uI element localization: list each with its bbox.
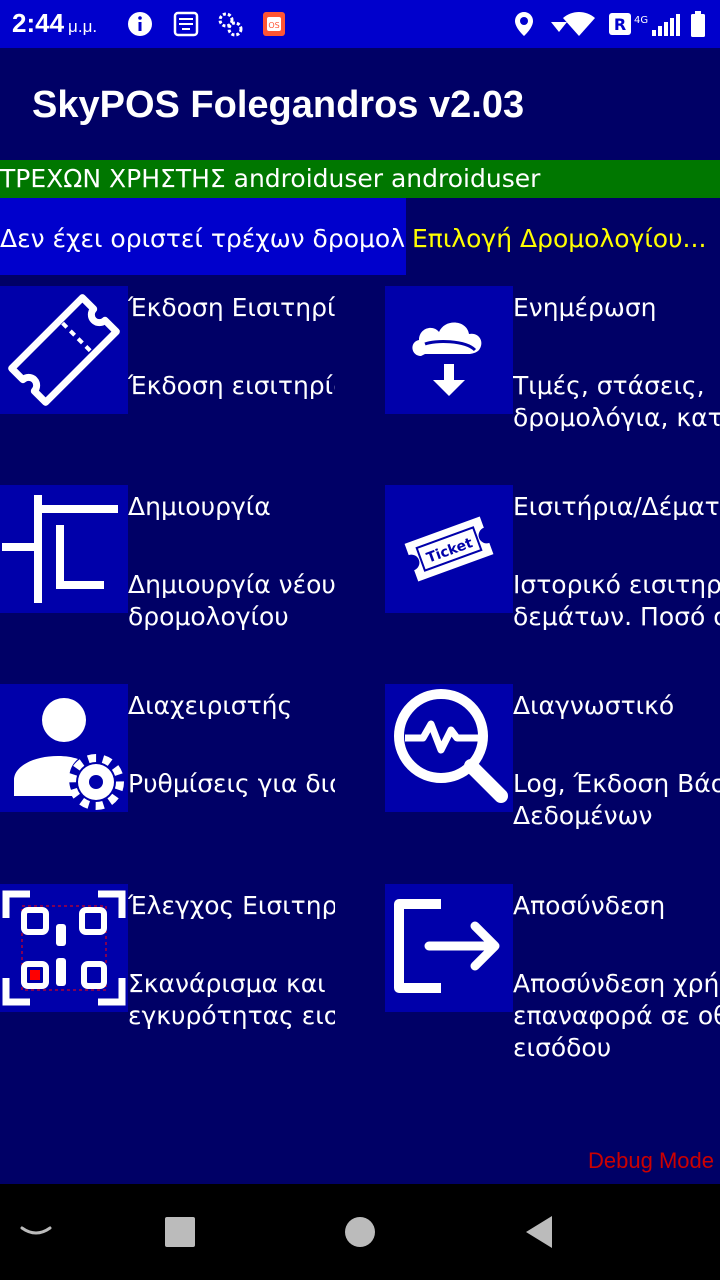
tile-description: Log, Έκδοση Βάσης Δεδομένων bbox=[513, 769, 720, 830]
tile-description: Ιστορικό εισιτηρίων και δεμάτων. Ποσό συ… bbox=[513, 570, 720, 631]
tile-title: Διαγνωστικό bbox=[513, 691, 675, 720]
tile-title: Αποσύνδεση bbox=[513, 891, 666, 920]
app-title: SkyPOS Folegandros v2.03 bbox=[32, 84, 525, 126]
tile-description: Τιμές, στάσεις, δρομολόγια, κατηγορίες bbox=[513, 371, 720, 432]
tile-description: Σκανάρισμα και έλεγχος εγκυρότητας εισιτ… bbox=[128, 969, 335, 1030]
settings-gears-icon bbox=[218, 12, 243, 37]
logout-icon bbox=[385, 884, 513, 1012]
tile-update[interactable]: Ενημέρωση Τιμές, στάσεις, δρομολόγια, κα… bbox=[385, 286, 720, 476]
system-nav-bar bbox=[0, 1184, 720, 1280]
tile-administrator[interactable]: Διαχειριστής Ρυθμίσεις για διαχειριστή bbox=[0, 684, 385, 874]
back-triangle-icon[interactable] bbox=[518, 1212, 558, 1252]
select-route-button[interactable]: Επιλογή Δρομολογίου... bbox=[406, 198, 720, 275]
tile-description: Ρυθμίσεις για διαχειριστή bbox=[128, 769, 335, 798]
tile-issue-tickets[interactable]: Έκδοση Εισιτηρίων Έκδοση εισιτηρίων bbox=[0, 286, 385, 476]
tile-text: Έλεγχος Εισιτηρίων Σκανάρισμα και έλεγχο… bbox=[128, 884, 335, 1074]
location-icon bbox=[515, 12, 533, 36]
tile-ticket-check[interactable]: Έλεγχος Εισιτηρίων Σκανάρισμα και έλεγχο… bbox=[0, 884, 385, 1074]
svg-text:4G: 4G bbox=[634, 15, 648, 26]
status-bar: 2:44 μ.μ. OS R 4G bbox=[0, 0, 720, 48]
app-bar: SkyPOS Folegandros v2.03 bbox=[0, 48, 720, 160]
svg-text:R: R bbox=[614, 15, 626, 34]
qr-scan-icon bbox=[0, 884, 128, 1012]
svg-text:OS: OS bbox=[268, 21, 279, 30]
tile-description: Αποσύνδεση χρήστη και επαναφορά σε οθόνη… bbox=[513, 969, 720, 1062]
tile-title: Έλεγχος Εισιτηρίων bbox=[128, 891, 335, 920]
tile-text: Ενημέρωση Τιμές, στάσεις, δρομολόγια, κα… bbox=[513, 286, 720, 476]
tile-title: Διαχειριστής bbox=[128, 691, 293, 720]
app-badge-icon: OS bbox=[263, 12, 285, 36]
tile-diagnostics[interactable]: Διαγνωστικό Log, Έκδοση Βάσης Δεδομένων bbox=[385, 684, 720, 874]
tile-tickets-parcels[interactable]: Ticket Εισιτήρια/Δέματα Ιστορικό εισιτηρ… bbox=[385, 485, 720, 675]
tile-logout[interactable]: Αποσύνδεση Αποσύνδεση χρήστη και επαναφο… bbox=[385, 884, 720, 1074]
diagnostic-search-icon bbox=[385, 684, 513, 812]
info-icon bbox=[128, 12, 152, 36]
tile-text: Αποσύνδεση Αποσύνδεση χρήστη και επαναφο… bbox=[513, 884, 720, 1074]
status-time: 2:44 μ.μ. bbox=[12, 8, 98, 38]
roaming-icon: R bbox=[609, 13, 631, 35]
back-chevron-icon[interactable] bbox=[16, 1212, 56, 1252]
cloud-download-icon bbox=[385, 286, 513, 414]
tile-text: Εισιτήρια/Δέματα Ιστορικό εισιτηρίων και… bbox=[513, 485, 720, 675]
tile-text: Διαγνωστικό Log, Έκδοση Βάσης Δεδομένων bbox=[513, 684, 720, 874]
signal-4g-icon: 4G bbox=[634, 14, 680, 36]
tile-text: Έκδοση Εισιτηρίων Έκδοση εισιτηρίων bbox=[128, 286, 335, 476]
home-circle-icon[interactable] bbox=[340, 1212, 380, 1252]
status-ampm: μ.μ. bbox=[68, 17, 98, 36]
tile-text: Διαχειριστής Ρυθμίσεις για διαχειριστή bbox=[128, 684, 335, 874]
user-settings-icon bbox=[0, 684, 128, 812]
storefront-icon bbox=[173, 11, 199, 37]
tile-title: Έκδοση Εισιτηρίων bbox=[128, 293, 335, 322]
battery-icon bbox=[691, 11, 705, 37]
tile-title: Ενημέρωση bbox=[513, 293, 657, 322]
tile-text: Δημιουργία Δημιουργία νέου δρομολογίου bbox=[128, 485, 335, 675]
tile-title: Δημιουργία bbox=[128, 492, 271, 521]
tile-description: Έκδοση εισιτηρίων bbox=[128, 371, 335, 400]
route-bar: Δεν έχει οριστεί τρέχων δρομολόγιο Επιλο… bbox=[0, 198, 720, 275]
tile-create-route[interactable]: Δημιουργία Δημιουργία νέου δρομολογίου bbox=[0, 485, 385, 675]
tile-description: Δημιουργία νέου δρομολογίου bbox=[128, 570, 335, 631]
current-user-bar: ΤΡΕΧΩΝ ΧΡΗΣΤΗΣ androiduser androiduser bbox=[0, 160, 720, 198]
debug-mode-label: Debug Mode bbox=[588, 1148, 714, 1173]
wifi-icon bbox=[563, 12, 595, 36]
ticket-outline-icon bbox=[0, 286, 128, 414]
overview-square-icon[interactable] bbox=[160, 1212, 200, 1252]
current-route-label: Δεν έχει οριστεί τρέχων δρομολόγιο bbox=[0, 198, 406, 275]
ticket-icon: Ticket bbox=[385, 485, 513, 613]
tile-title: Εισιτήρια/Δέματα bbox=[513, 492, 720, 521]
route-icon bbox=[0, 485, 128, 613]
